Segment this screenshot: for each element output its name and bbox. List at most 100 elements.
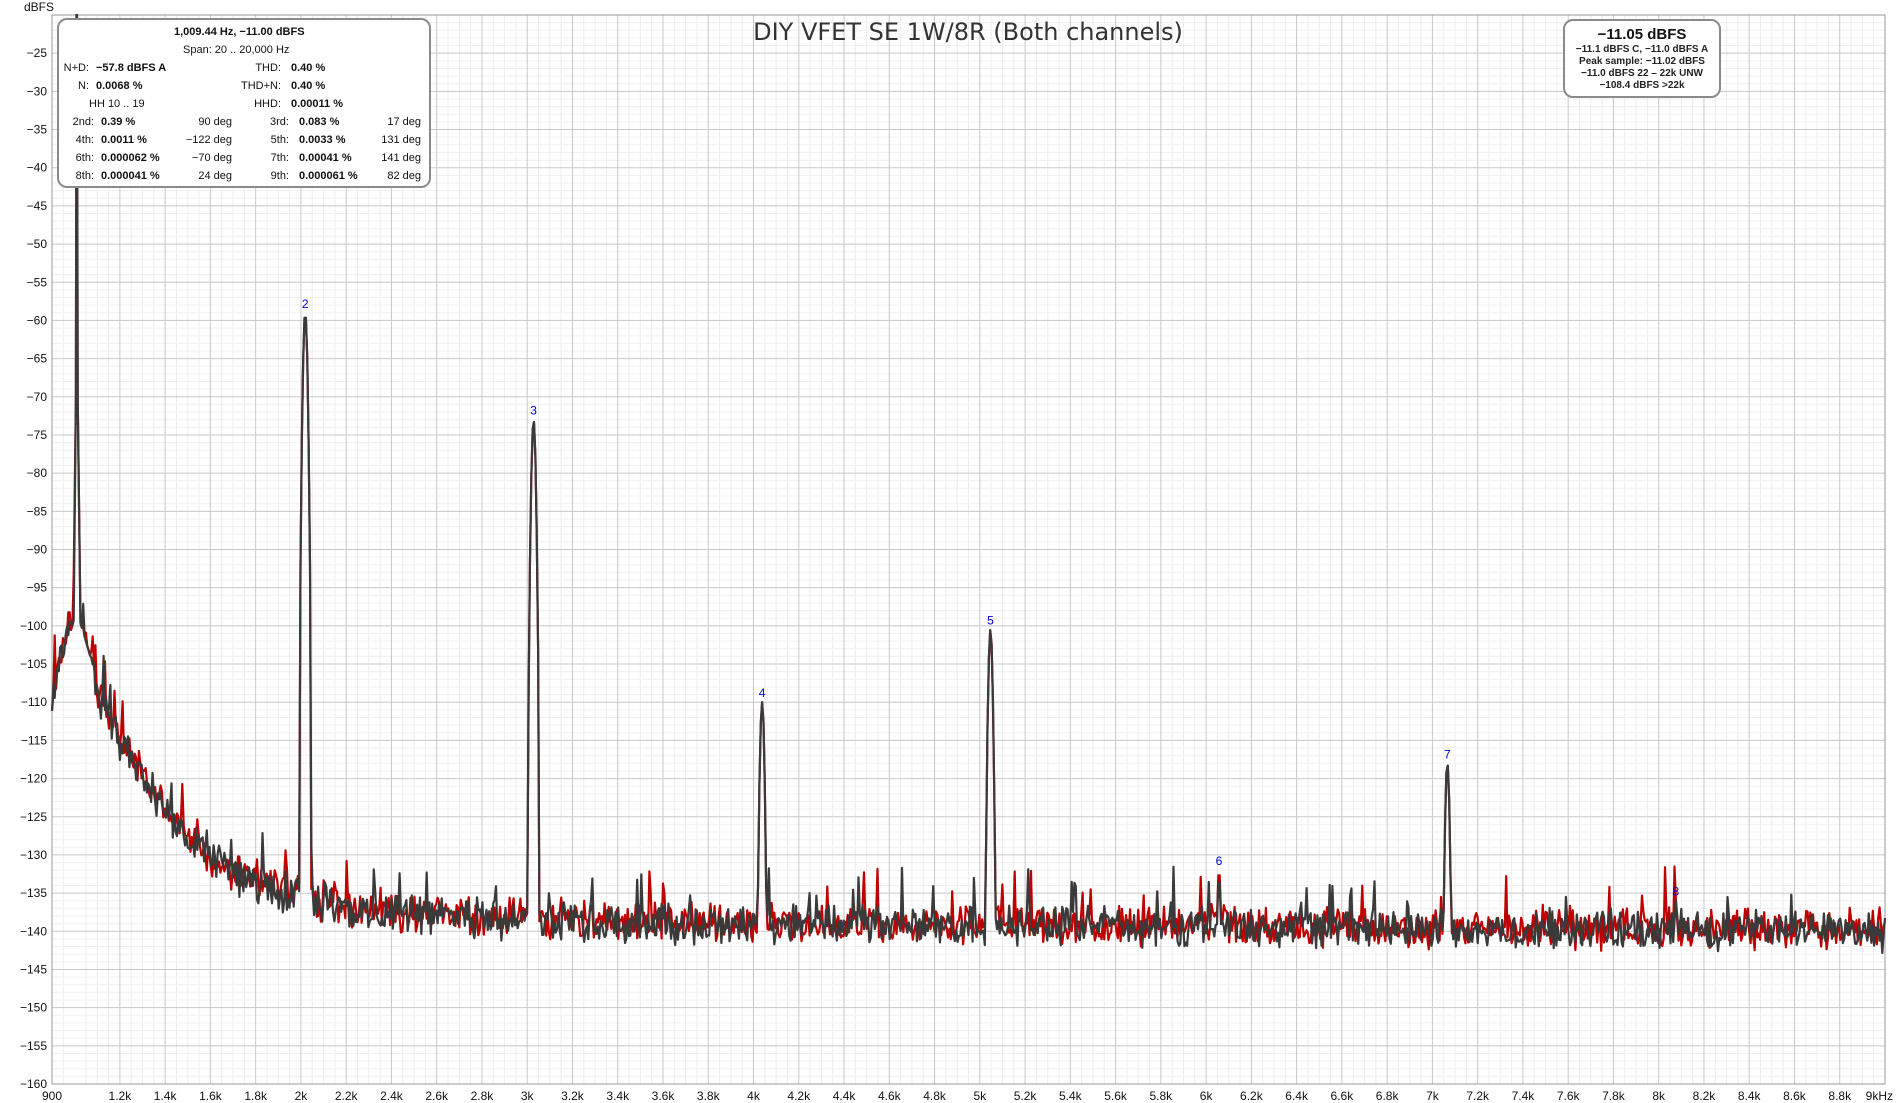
x-tick-label: 8k xyxy=(1652,1089,1666,1103)
harmonic-label: 2nd: xyxy=(72,116,94,128)
x-tick-label: 5.6k xyxy=(1104,1089,1128,1103)
x-tick-label: 7.6k xyxy=(1557,1089,1581,1103)
level-main: −11.05 dBFS xyxy=(1597,26,1687,43)
harmonic-phase: 90 deg xyxy=(198,116,232,128)
stats-header: 1,009.44 Hz, −11.00 dBFS xyxy=(174,26,305,38)
harmonic-label: 5th: xyxy=(270,134,289,146)
y-tick-label: −145 xyxy=(20,962,47,976)
harmonic-row: 6th: 0.000062 % −70 deg 7th: 0.00041 % 1… xyxy=(59,151,429,165)
harmonic-phase: 24 deg xyxy=(198,170,232,182)
harmonic-phase: −122 deg xyxy=(185,134,232,146)
x-tick-label: 900 xyxy=(42,1089,62,1103)
nd-value: −57.8 dBFS A xyxy=(96,62,167,74)
x-tick-label: 3.6k xyxy=(652,1089,676,1103)
x-tick-label: 6.4k xyxy=(1285,1089,1309,1103)
y-tick-label: −75 xyxy=(27,428,48,442)
harmonic-phase: 17 deg xyxy=(387,116,421,128)
level-peak-sample: Peak sample: −11.02 dBFS xyxy=(1579,56,1705,67)
y-tick-label: −70 xyxy=(27,390,48,404)
x-tick-label: 6.6k xyxy=(1331,1089,1355,1103)
harmonic-value: 0.083 % xyxy=(299,116,340,128)
harmonic-value: 0.000041 % xyxy=(101,170,160,182)
x-tick-label: 5k xyxy=(973,1089,987,1103)
x-tick-label: 6.8k xyxy=(1376,1089,1400,1103)
x-tick-label: 4.8k xyxy=(923,1089,947,1103)
x-tick-label: 4k xyxy=(747,1089,761,1103)
harmonic-value: 0.000062 % xyxy=(101,152,160,164)
x-tick-label: 5.4k xyxy=(1059,1089,1083,1103)
harmonic-row: 4th: 0.0011 % −122 deg 5th: 0.0033 % 131… xyxy=(59,133,429,147)
harmonic-value: 0.0011 % xyxy=(101,134,147,146)
y-tick-label: −30 xyxy=(27,84,48,98)
hhd-label: HHD: xyxy=(254,98,281,110)
harmonic-value: 0.00041 % xyxy=(299,152,352,164)
y-tick-label: −120 xyxy=(20,772,47,786)
x-tick-label: 7.2k xyxy=(1466,1089,1490,1103)
harmonic-value: 0.000061 % xyxy=(299,170,358,182)
harmonic-label: 9th: xyxy=(270,170,289,182)
nd-label: N+D: xyxy=(63,62,89,74)
harmonic-marker-label: 2 xyxy=(302,297,309,311)
x-tick-label: 6.2k xyxy=(1240,1089,1264,1103)
thd-value: 0.40 % xyxy=(291,62,326,74)
harmonic-marker-label: 8 xyxy=(1673,885,1680,899)
x-tick-label: 5.2k xyxy=(1014,1089,1038,1103)
x-tick-label: 2.6k xyxy=(425,1089,449,1103)
x-tick-label: 4.2k xyxy=(787,1089,811,1103)
harmonic-phase: −70 deg xyxy=(191,152,232,164)
y-axis-label: dBFS xyxy=(24,0,54,14)
harmonic-label: 3rd: xyxy=(270,116,289,128)
y-tick-label: −85 xyxy=(27,504,48,518)
y-tick-label: −50 xyxy=(27,237,48,251)
y-tick-label: −100 xyxy=(20,619,47,633)
y-tick-label: −130 xyxy=(20,848,47,862)
harmonic-phase: 141 deg xyxy=(381,152,421,164)
y-tick-label: −105 xyxy=(20,657,47,671)
harmonic-phase: 131 deg xyxy=(381,134,421,146)
harmonic-label: 7th: xyxy=(270,152,289,164)
x-tick-label: 7.8k xyxy=(1602,1089,1626,1103)
x-tick-label: 8.8k xyxy=(1828,1089,1852,1103)
x-tick-label: 5.8k xyxy=(1150,1089,1174,1103)
x-tick-label: 4.4k xyxy=(833,1089,857,1103)
x-tick-label: 3.4k xyxy=(606,1089,630,1103)
y-tick-label: −90 xyxy=(27,543,48,557)
y-tick-label: −25 xyxy=(27,46,48,60)
thdn-label: THD+N: xyxy=(240,80,281,92)
x-tick-label: 2k xyxy=(295,1089,309,1103)
chart-title: DIY VFET SE 1W/8R (Both channels) xyxy=(753,18,1183,46)
y-tick-label: −60 xyxy=(27,313,48,327)
y-axis-ticks: −25 −30 −35 −40 −45 −50 −55 −60 −65 −70 −75 −80 −85 −… xyxy=(20,46,47,1091)
harmonic-value: 0.0033 % xyxy=(299,134,346,146)
harmonic-marker-label: 3 xyxy=(530,404,537,418)
harmonic-label: 4th: xyxy=(75,134,94,146)
level-unweighted: −11.0 dBFS 22 – 22k UNW xyxy=(1580,68,1703,79)
n-label: N: xyxy=(78,80,89,92)
stats-span: Span: 20 .. 20,000 Hz xyxy=(183,44,290,56)
harmonic-marker-label: 6 xyxy=(1216,854,1223,868)
x-tick-label: 8.4k xyxy=(1738,1089,1762,1103)
x-tick-label: 3k xyxy=(521,1089,535,1103)
y-tick-label: −65 xyxy=(27,352,48,366)
x-tick-label: 1.2k xyxy=(109,1089,133,1103)
y-tick-label: −45 xyxy=(27,199,48,213)
hhd-value: 0.00011 % xyxy=(291,98,343,110)
y-tick-label: −125 xyxy=(20,810,47,824)
x-axis-ticks: 900 1.2k 1.4k 1.6k 1.8k 2k 2.2k 2.4k 2.6k 2.8k 3k 3… xyxy=(42,1089,1893,1103)
x-tick-label: 3.8k xyxy=(697,1089,721,1103)
level-readout-panel[interactable]: −11.05 dBFS −11.1 dBFS C, −11.0 dBFS A P… xyxy=(1563,19,1721,98)
y-tick-label: −150 xyxy=(20,1001,47,1015)
y-tick-label: −115 xyxy=(21,733,47,747)
x-tick-label: 6k xyxy=(1200,1089,1214,1103)
y-tick-label: −140 xyxy=(20,924,47,938)
thd-label: THD: xyxy=(255,62,281,74)
thdn-value: 0.40 % xyxy=(291,80,326,92)
x-tick-label: 8.2k xyxy=(1693,1089,1717,1103)
harmonic-row: 2nd: 0.39 % 90 deg 3rd: 0.083 % 17 deg xyxy=(59,115,429,129)
x-tick-label: 1.6k xyxy=(199,1089,223,1103)
harmonic-label: 6th: xyxy=(75,152,94,164)
y-tick-label: −135 xyxy=(20,886,47,900)
x-tick-label: 9kHz xyxy=(1866,1089,1893,1103)
x-tick-label: 3.2k xyxy=(561,1089,585,1103)
distortion-stats-panel[interactable]: 1,009.44 Hz, −11.00 dBFS Span: 20 .. 20,… xyxy=(57,18,431,188)
